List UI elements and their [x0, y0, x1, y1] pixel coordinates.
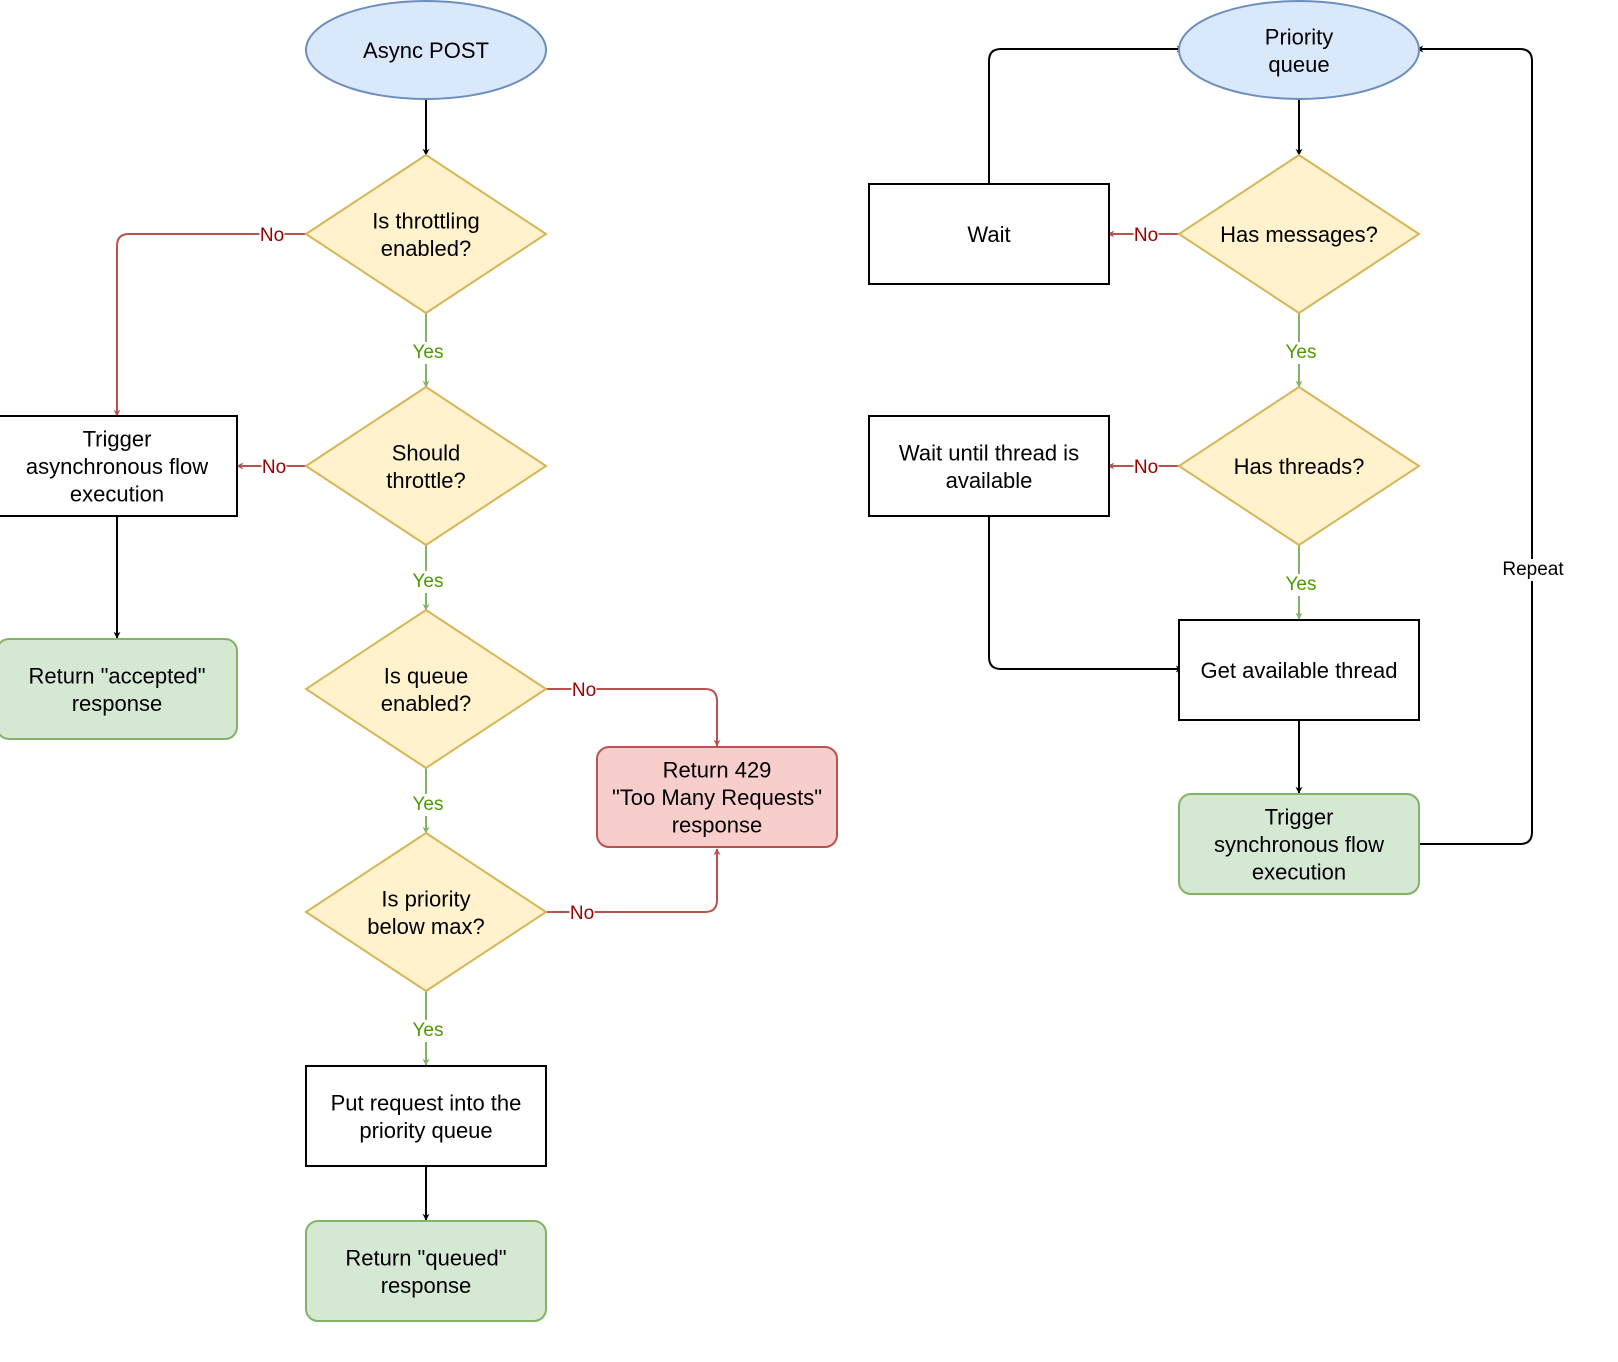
decision-queue-enabled-shape: [304, 608, 548, 770]
decision-should-throttle: Should throttle?: [304, 385, 548, 547]
start-priority-queue-label: Priority: [1265, 24, 1333, 49]
process-put-queue-label: priority queue: [359, 1118, 492, 1143]
edge-messages-no-label: No: [1134, 225, 1158, 246]
process-wait-thread-shape: [868, 415, 1110, 517]
edge-throttling-no: [113, 233, 306, 417]
decision-throttling: Is throttling enabled?: [304, 153, 548, 315]
terminal-429-label: Return 429: [663, 758, 772, 783]
decision-priority-below-max: Is priority below max?: [304, 831, 548, 993]
terminal-accepted-shape: [0, 638, 238, 740]
edge-should-no-label: No: [262, 457, 286, 478]
edge-wait-to-pq: [988, 45, 1184, 184]
terminal-accepted-label: Return "accepted": [28, 663, 205, 688]
decision-queue-enabled-label: Is queue: [384, 663, 468, 688]
edge-threads-yes-label: Yes: [1286, 574, 1317, 595]
process-get-thread-label: Get available thread: [1201, 658, 1398, 683]
decision-throttling-shape: [304, 153, 548, 315]
edge-messages-yes-label: Yes: [1286, 342, 1317, 363]
decision-priority-below-max-label: Is priority: [381, 886, 470, 911]
process-trigger-async-label: asynchronous flow: [26, 454, 208, 479]
decision-queue-enabled-label: enabled?: [381, 691, 472, 716]
terminal-trigger-sync: Triggersynchronous flow execution: [1178, 793, 1420, 895]
decision-priority-below-max-shape: [304, 831, 548, 993]
process-get-thread: Get available thread: [1178, 619, 1420, 721]
edge-waitthread-to-get: [988, 516, 1183, 673]
edge-throttling-yes-label: Yes: [413, 342, 444, 363]
edge-should-yes-label: Yes: [413, 571, 444, 592]
start-priority-queue-label: queue: [1268, 52, 1329, 77]
decision-should-throttle-label: throttle?: [386, 468, 466, 493]
terminal-trigger-sync-label: synchronous flow: [1214, 832, 1384, 857]
edge-priority-no-label: No: [570, 903, 594, 924]
process-wait-thread: Wait until thread is available: [868, 415, 1110, 517]
decision-throttling-label: enabled?: [381, 236, 472, 261]
process-wait-thread-label: available: [946, 468, 1033, 493]
edge-queue-no-label: No: [572, 680, 596, 701]
process-put-queue: Put request into the priority queue: [305, 1065, 547, 1167]
process-put-queue-label: Put request into the: [331, 1090, 522, 1115]
process-trigger-async-label: Trigger: [83, 427, 152, 452]
edge-throttling-no-label: No: [260, 225, 284, 246]
decision-should-throttle-shape: [304, 385, 548, 547]
terminal-queued-label: response: [381, 1273, 472, 1298]
decision-has-threads-label: Has threads?: [1234, 454, 1365, 479]
terminal-429: Return 429"Too Many Requests" response: [596, 746, 838, 848]
decision-has-messages: Has messages?: [1177, 153, 1421, 315]
start-async-post-label: Async POST: [363, 38, 489, 63]
process-wait-label: Wait: [967, 222, 1010, 247]
process-trigger-async: Triggerasynchronous flow execution: [0, 415, 238, 517]
decision-priority-below-max-label: below max?: [367, 914, 484, 939]
process-wait: Wait: [868, 183, 1110, 285]
terminal-accepted: Return "accepted" response: [0, 638, 238, 740]
terminal-queued-shape: [305, 1220, 547, 1322]
start-async-post: Async POST: [305, 0, 547, 100]
process-trigger-async-label: execution: [70, 482, 164, 507]
terminal-429-label: response: [672, 813, 763, 838]
terminal-queued-label: Return "queued": [345, 1245, 506, 1270]
decision-has-threads: Has threads?: [1177, 385, 1421, 547]
process-wait-thread-label: Wait until thread is: [899, 440, 1079, 465]
flowchart-canvas: Async POST Is throttling enabled? Should thr…: [0, 0, 1567, 1322]
edge-repeat-label: Repeat: [1502, 559, 1564, 580]
edge-repeat: [1416, 45, 1533, 845]
decision-has-messages-label: Has messages?: [1220, 222, 1378, 247]
edge-threads-no-label: No: [1134, 457, 1158, 478]
start-priority-queue: Priority queue: [1178, 0, 1420, 100]
terminal-queued: Return "queued" response: [305, 1220, 547, 1322]
decision-throttling-label: Is throttling: [372, 208, 480, 233]
start-priority-queue-shape: [1178, 0, 1420, 100]
terminal-429-label: "Too Many Requests": [612, 785, 822, 810]
terminal-trigger-sync-label: Trigger: [1265, 805, 1334, 830]
process-put-queue-shape: [305, 1065, 547, 1167]
edge-priority-yes-label: Yes: [413, 1020, 444, 1041]
decision-queue-enabled: Is queue enabled?: [304, 608, 548, 770]
edge-queue-yes-label: Yes: [413, 794, 444, 815]
decision-should-throttle-label: Should: [392, 440, 461, 465]
terminal-accepted-label: response: [72, 691, 163, 716]
terminal-trigger-sync-label: execution: [1252, 860, 1346, 885]
